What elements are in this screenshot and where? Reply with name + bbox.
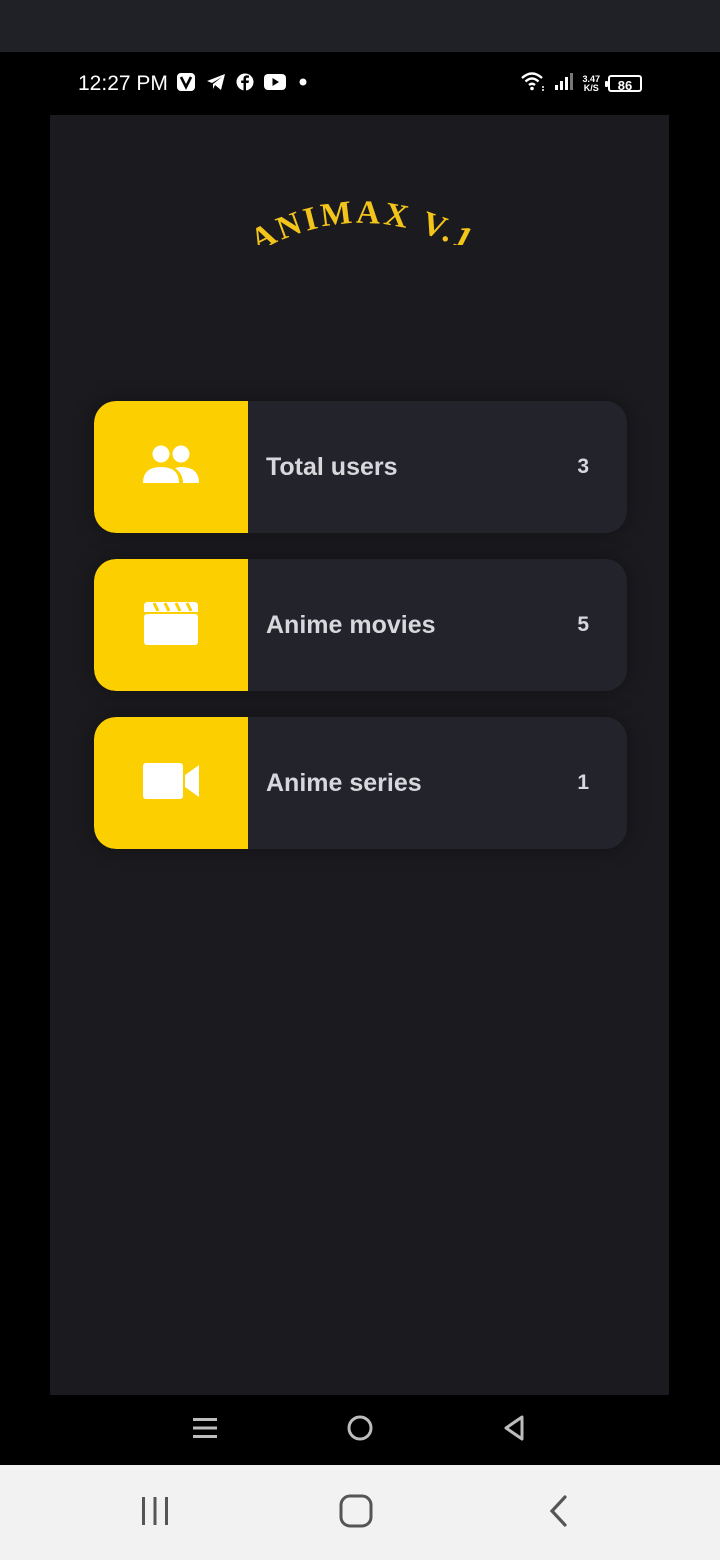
dot-icon: [296, 75, 310, 89]
notification-icons: [176, 72, 310, 92]
signal-icon: [554, 71, 574, 96]
app-screen: ANIMAX V.1 Total users 3 Anime movies 5 …: [50, 115, 669, 1395]
recents-icon: [138, 1495, 172, 1532]
recents-button[interactable]: [130, 1493, 180, 1533]
stat-card-movies[interactable]: Anime movies 5: [94, 559, 627, 691]
back-button[interactable]: [494, 1413, 534, 1447]
app-logo: ANIMAX V.1: [245, 195, 481, 245]
video-camera-icon: [141, 761, 201, 806]
stat-icon-box: [94, 401, 248, 533]
clapperboard-icon: [142, 600, 200, 651]
app-title: ANIMAX V.1: [245, 195, 478, 245]
home-circle-icon: [346, 1414, 374, 1447]
system-back-button[interactable]: [533, 1493, 583, 1533]
battery-level: 86: [617, 78, 633, 93]
telegram-icon: [206, 73, 226, 91]
status-bar: 12:27 PM 3.47 K/S 86: [0, 52, 720, 115]
back-icon: [546, 1494, 570, 1533]
home-icon: [338, 1493, 374, 1534]
back-triangle-icon: [502, 1414, 526, 1447]
facebook-icon: [236, 73, 254, 91]
stat-label: Anime movies: [266, 611, 436, 639]
stat-count: 1: [577, 771, 589, 794]
stat-count: 3: [577, 455, 589, 478]
youtube-icon: [264, 74, 286, 90]
stat-icon-box: [94, 717, 248, 849]
battery-icon: 86: [605, 75, 642, 93]
stat-card-series[interactable]: Anime series 1: [94, 717, 627, 849]
stat-card-users[interactable]: Total users 3: [94, 401, 627, 533]
menu-icon: [192, 1416, 218, 1445]
system-status-icons: 3.47 K/S 86: [520, 70, 642, 97]
menu-button[interactable]: [185, 1413, 225, 1447]
top-strip: [0, 0, 720, 52]
system-home-button[interactable]: [331, 1493, 381, 1533]
net-speed: 3.47 K/S: [582, 74, 600, 93]
stat-icon-box: [94, 559, 248, 691]
svg-text:ANIMAX V.1: ANIMAX V.1: [245, 195, 481, 245]
net-speed-unit: K/S: [583, 82, 599, 93]
home-button[interactable]: [340, 1413, 380, 1447]
stat-label: Anime series: [266, 769, 422, 797]
wifi-icon: [520, 70, 546, 97]
vpn-icon: [176, 72, 196, 92]
status-time: 12:27 PM: [78, 72, 168, 95]
stat-label: Total users: [266, 453, 398, 481]
stat-count: 5: [577, 613, 589, 636]
stats-list: Total users 3 Anime movies 5 Anime serie…: [94, 401, 627, 875]
app-navigation-bar: [0, 1395, 720, 1465]
system-navigation-bar: [0, 1465, 720, 1560]
users-icon: [139, 443, 203, 492]
